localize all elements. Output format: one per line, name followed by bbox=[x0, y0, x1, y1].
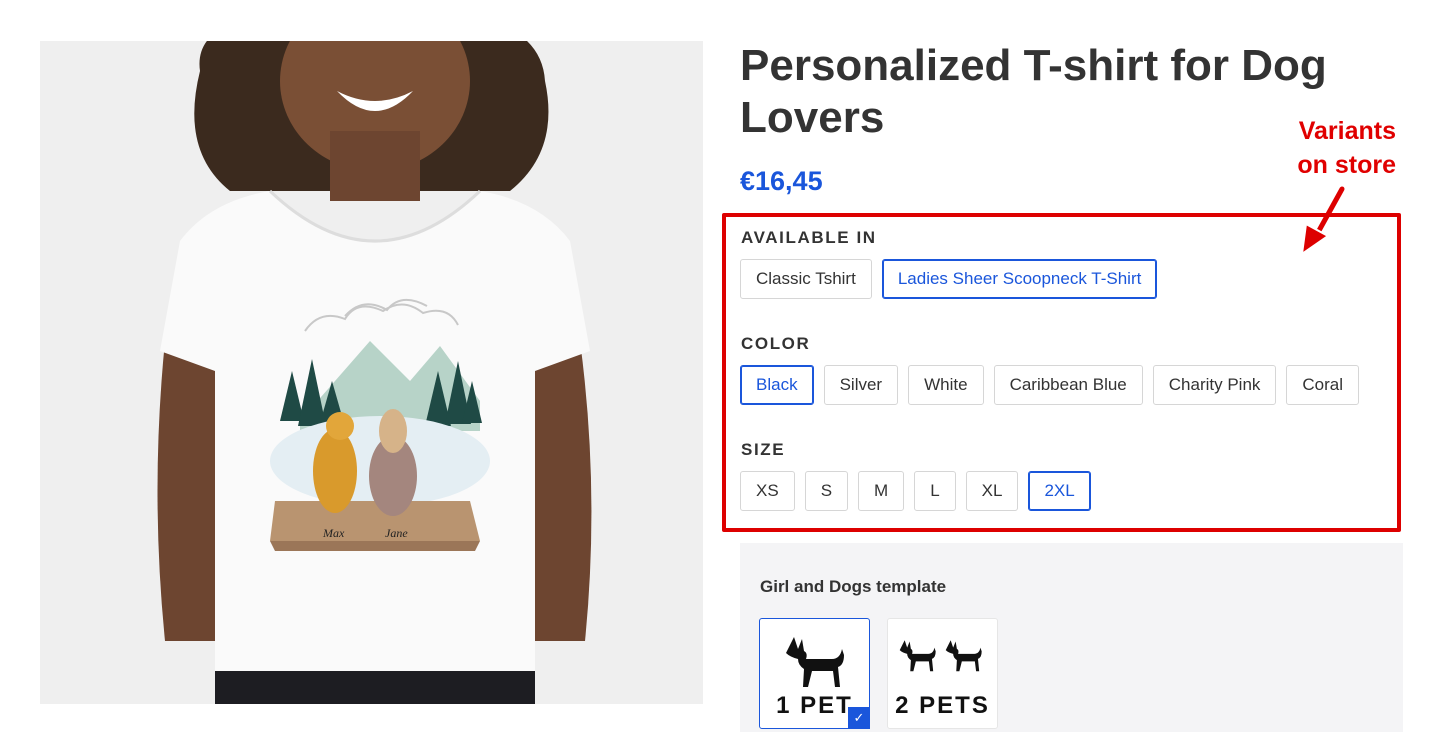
size-2xl[interactable]: 2XL bbox=[1028, 471, 1091, 511]
template-2-pets[interactable]: 2 PETS bbox=[887, 618, 998, 729]
color-options: Black Silver White Caribbean Blue Charit… bbox=[740, 365, 1360, 405]
size-s[interactable]: S bbox=[804, 471, 849, 511]
color-charity-pink[interactable]: Charity Pink bbox=[1152, 365, 1277, 405]
color-coral[interactable]: Coral bbox=[1286, 365, 1360, 405]
size-m[interactable]: M bbox=[858, 471, 905, 511]
variants-annotation: Variants on store bbox=[1262, 114, 1396, 182]
product-price: €16,45 bbox=[740, 166, 823, 196]
product-image: Max Jane bbox=[40, 41, 703, 704]
size-label: SIZE bbox=[741, 440, 786, 459]
size-options: XS S M L XL 2XL bbox=[740, 471, 1091, 511]
variant-classic-tshirt[interactable]: Classic Tshirt bbox=[740, 259, 872, 299]
available-in-label: AVAILABLE IN bbox=[741, 228, 877, 247]
available-in-options: Classic Tshirt Ladies Sheer Scoopneck T-… bbox=[740, 259, 1158, 299]
dog-icon bbox=[786, 637, 844, 687]
color-label: COLOR bbox=[741, 334, 811, 353]
template-title: Girl and Dogs template bbox=[760, 577, 947, 596]
annotation-line-1: Variants bbox=[1298, 117, 1396, 145]
size-l[interactable]: L bbox=[914, 471, 956, 511]
template-1-pet[interactable]: 1 PET ✓ bbox=[759, 618, 870, 729]
annotation-line-2: on store bbox=[1297, 151, 1396, 179]
image-name-max: Max bbox=[322, 526, 345, 540]
color-black[interactable]: Black bbox=[740, 365, 814, 405]
image-name-jane: Jane bbox=[385, 526, 408, 540]
size-xs[interactable]: XS bbox=[740, 471, 795, 511]
variant-ladies-scoopneck[interactable]: Ladies Sheer Scoopneck T-Shirt bbox=[881, 259, 1158, 299]
personalization-panel: Girl and Dogs template 1 PET ✓ 2 PETS bbox=[740, 543, 1403, 732]
color-silver[interactable]: Silver bbox=[823, 365, 899, 405]
color-white[interactable]: White bbox=[908, 365, 984, 405]
size-xl[interactable]: XL bbox=[965, 471, 1019, 511]
template-2-pets-label: 2 PETS bbox=[895, 692, 990, 719]
two-dogs-icon bbox=[899, 640, 982, 672]
check-icon: ✓ bbox=[848, 707, 870, 729]
color-caribbean-blue[interactable]: Caribbean Blue bbox=[993, 365, 1143, 405]
